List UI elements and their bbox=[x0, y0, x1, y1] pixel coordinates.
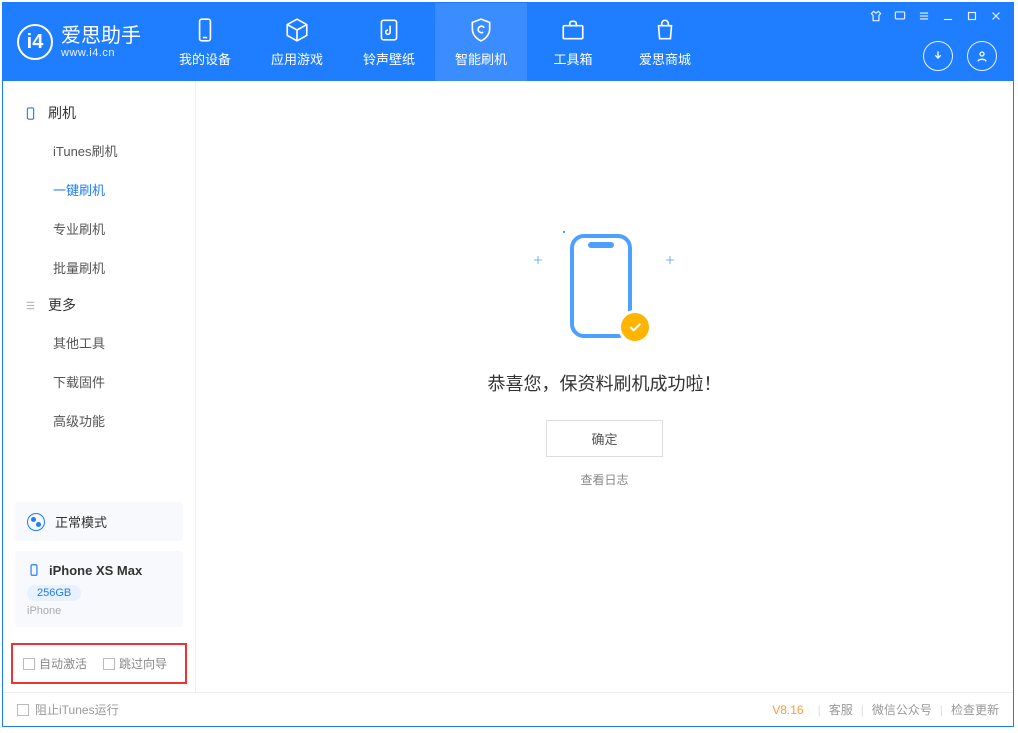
app-name: 爱思助手 bbox=[61, 25, 141, 47]
sidebar-download-fw[interactable]: 下载固件 bbox=[3, 362, 195, 401]
phone-icon bbox=[23, 106, 38, 121]
mode-icon bbox=[27, 513, 45, 531]
device-type: iPhone bbox=[27, 605, 171, 617]
success-message: 恭喜您，保资料刷机成功啦！ bbox=[488, 370, 722, 396]
bag-icon bbox=[652, 17, 678, 43]
mode-card[interactable]: 正常模式 bbox=[15, 502, 183, 541]
sidebar-pro-flash[interactable]: 专业刷机 bbox=[3, 209, 195, 248]
main-content: 恭喜您，保资料刷机成功啦！ 确定 查看日志 bbox=[196, 81, 1013, 692]
sidebar-section-more: 更多 bbox=[3, 287, 195, 323]
success-illustration bbox=[530, 226, 680, 346]
app-url: www.i4.cn bbox=[61, 47, 141, 59]
account-button[interactable] bbox=[967, 41, 997, 71]
minimize-icon[interactable] bbox=[941, 9, 955, 23]
ok-button[interactable]: 确定 bbox=[546, 420, 662, 457]
sidebar-section-flash: 刷机 bbox=[3, 95, 195, 131]
nav-store[interactable]: 爱思商城 bbox=[619, 3, 711, 81]
device-icon bbox=[192, 17, 218, 43]
main-nav: 我的设备 应用游戏 铃声壁纸 智能刷机 工具箱 爱思商城 bbox=[159, 3, 711, 81]
download-button[interactable] bbox=[923, 41, 953, 71]
version-label[interactable]: V8.16 bbox=[772, 703, 803, 717]
status-bar: 阻止iTunes运行 V8.16 | 客服 | 微信公众号 | 检查更新 bbox=[3, 692, 1013, 726]
cube-icon bbox=[284, 17, 310, 43]
title-bar: i4 爱思助手 www.i4.cn 我的设备 应用游戏 铃声壁纸 智能刷机 bbox=[3, 3, 1013, 81]
device-name: iPhone XS Max bbox=[49, 563, 142, 578]
briefcase-icon bbox=[560, 17, 586, 43]
sidebar-itunes-flash[interactable]: iTunes刷机 bbox=[3, 131, 195, 170]
device-capacity: 256GB bbox=[27, 585, 81, 601]
shirt-icon[interactable] bbox=[869, 9, 883, 23]
wechat-link[interactable]: 微信公众号 bbox=[872, 701, 932, 718]
check-update-link[interactable]: 检查更新 bbox=[951, 701, 999, 718]
window-controls bbox=[869, 9, 1003, 23]
device-card[interactable]: iPhone XS Max 256GB iPhone bbox=[15, 551, 183, 627]
nav-ringtone[interactable]: 铃声壁纸 bbox=[343, 3, 435, 81]
nav-tools[interactable]: 工具箱 bbox=[527, 3, 619, 81]
maximize-icon[interactable] bbox=[965, 9, 979, 23]
view-log-link[interactable]: 查看日志 bbox=[580, 471, 628, 488]
music-icon bbox=[376, 17, 402, 43]
checkbox-auto-activate[interactable]: 自动激活 bbox=[23, 655, 87, 672]
shield-refresh-icon bbox=[468, 17, 494, 43]
sidebar: 刷机 iTunes刷机 一键刷机 专业刷机 批量刷机 更多 其他工具 下载固件 … bbox=[3, 81, 196, 692]
nav-my-device[interactable]: 我的设备 bbox=[159, 3, 251, 81]
sidebar-advanced[interactable]: 高级功能 bbox=[3, 401, 195, 440]
checkbox-skip-guide[interactable]: 跳过向导 bbox=[103, 655, 167, 672]
sidebar-one-click-flash[interactable]: 一键刷机 bbox=[3, 170, 195, 209]
sidebar-batch-flash[interactable]: 批量刷机 bbox=[3, 248, 195, 287]
feedback-icon[interactable] bbox=[893, 9, 907, 23]
sidebar-other-tools[interactable]: 其他工具 bbox=[3, 323, 195, 362]
close-icon[interactable] bbox=[989, 9, 1003, 23]
nav-apps[interactable]: 应用游戏 bbox=[251, 3, 343, 81]
nav-flash[interactable]: 智能刷机 bbox=[435, 3, 527, 81]
support-link[interactable]: 客服 bbox=[829, 701, 853, 718]
list-icon bbox=[23, 298, 38, 313]
highlighted-options: 自动激活 跳过向导 bbox=[11, 643, 187, 684]
device-small-icon bbox=[27, 561, 41, 579]
check-icon bbox=[618, 310, 652, 344]
app-logo: i4 爱思助手 www.i4.cn bbox=[3, 3, 159, 81]
checkbox-block-itunes[interactable]: 阻止iTunes运行 bbox=[17, 701, 119, 718]
logo-icon: i4 bbox=[17, 24, 53, 60]
menu-icon[interactable] bbox=[917, 9, 931, 23]
